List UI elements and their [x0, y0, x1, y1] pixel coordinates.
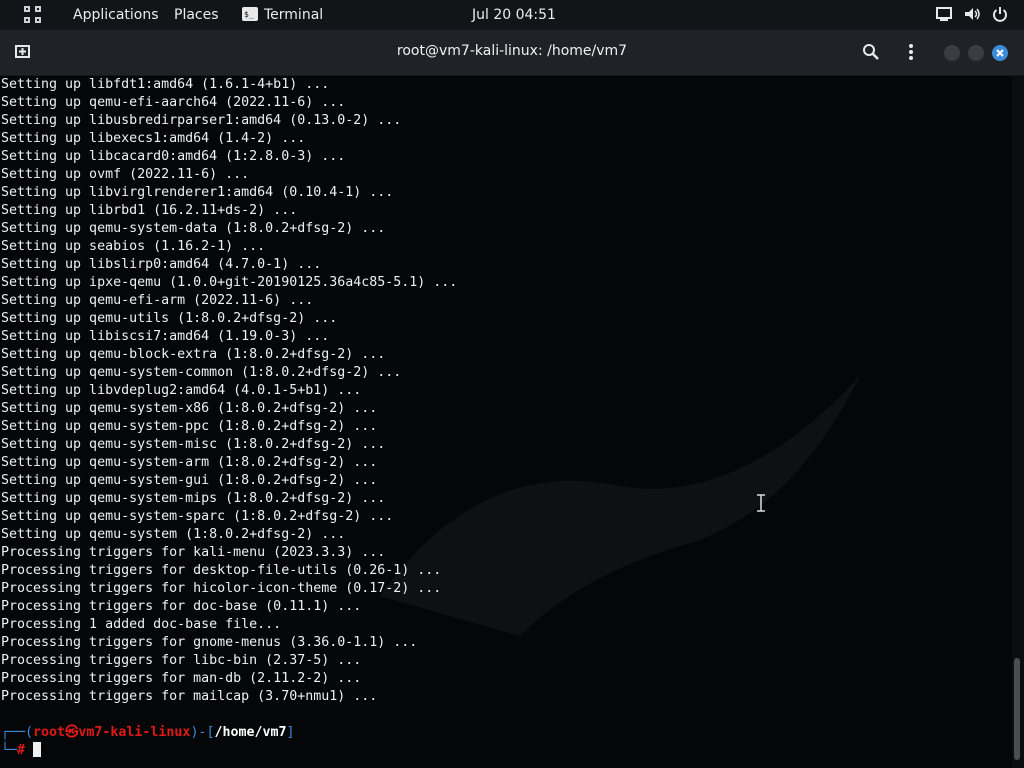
terminal-line: Setting up qemu-system-common (1:8.0.2+d…: [1, 365, 402, 380]
terminal-app-icon[interactable]: $_: [242, 7, 258, 21]
terminal-line: Setting up libiscsi7:amd64 (1.19.0-3) ..…: [1, 329, 330, 344]
terminal-line: Setting up libvdeplug2:amd64 (4.0.1-5+b1…: [1, 383, 362, 398]
terminal-line: Setting up qemu-efi-arm (2022.11-6) ...: [1, 293, 314, 308]
terminal-line: Processing triggers for man-db (2.11.2-2…: [1, 671, 362, 686]
terminal-line: Setting up libslirp0:amd64 (4.7.0-1) ...: [1, 257, 322, 272]
close-button[interactable]: [992, 45, 1008, 61]
terminal-line: Setting up qemu-system-ppc (1:8.0.2+dfsg…: [1, 419, 378, 434]
terminal-window: root@vm7-kali-linux: /home/vm7 Setting u…: [0, 30, 1024, 768]
power-icon[interactable]: [992, 6, 1008, 24]
kebab-menu-icon[interactable]: [902, 43, 922, 63]
terminal-line: Setting up libfdt1:amd64 (1.6.1-4+b1) ..…: [1, 77, 330, 92]
terminal-line: Processing triggers for mailcap (3.70+nm…: [1, 689, 378, 704]
text-cursor: [33, 742, 42, 757]
search-icon[interactable]: [862, 43, 882, 63]
terminal-line: Processing triggers for desktop-file-uti…: [1, 563, 442, 578]
places-menu[interactable]: Places: [174, 7, 219, 23]
maximize-button[interactable]: [968, 45, 984, 61]
prompt-line-1: ┌──(root㉿vm7-kali-linux)-[/home/vm7]: [1, 725, 295, 740]
terminal-line: Setting up qemu-system-x86 (1:8.0.2+dfsg…: [1, 401, 378, 416]
terminal-line: Setting up ovmf (2022.11-6) ...: [1, 167, 250, 182]
terminal-line: Setting up qemu-system-data (1:8.0.2+dfs…: [1, 221, 386, 236]
prompt-symbol: #: [17, 743, 26, 758]
terminal-line: Setting up libusbredirparser1:amd64 (0.1…: [1, 113, 402, 128]
terminal-line: Setting up libvirglrenderer1:amd64 (0.10…: [1, 185, 394, 200]
header-bar: root@vm7-kali-linux: /home/vm7: [0, 30, 1024, 76]
terminal-line: Setting up qemu-system (1:8.0.2+dfsg-2) …: [1, 527, 346, 542]
terminal-line: Setting up libcacard0:amd64 (1:2.8.0-3) …: [1, 149, 346, 164]
screen-icon[interactable]: [936, 6, 952, 24]
scrollbar-thumb[interactable]: [1014, 658, 1020, 760]
terminal-line: Setting up qemu-system-misc (1:8.0.2+dfs…: [1, 437, 386, 452]
terminal-line: Processing triggers for doc-base (0.11.1…: [1, 599, 362, 614]
terminal-log: Setting up libfdt1:amd64 (1.6.1-4+b1) ..…: [1, 76, 457, 706]
minimize-button[interactable]: [944, 45, 960, 61]
terminal-line: Setting up qemu-system-arm (1:8.0.2+dfsg…: [1, 455, 378, 470]
terminal-line: Processing triggers for hicolor-icon-the…: [1, 581, 442, 596]
top-panel: Applications Places $_ Terminal Jul 20 0…: [0, 0, 1024, 30]
terminal-app-menu[interactable]: Terminal: [264, 7, 323, 23]
terminal-line: Processing 1 added doc-base file...: [1, 617, 282, 632]
ibeam-cursor-icon: [757, 494, 765, 512]
prompt-user: root: [33, 725, 66, 740]
terminal-line: Setting up librbd1 (16.2.11+ds-2) ...: [1, 203, 298, 218]
applications-menu[interactable]: Applications: [73, 7, 159, 23]
volume-icon[interactable]: [964, 6, 982, 24]
prompt-line-2[interactable]: └─#: [1, 742, 42, 760]
terminal-line: Processing triggers for kali-menu (2023.…: [1, 545, 386, 560]
terminal-line: Setting up qemu-efi-aarch64 (2022.11-6) …: [1, 95, 346, 110]
terminal-line: Setting up qemu-system-mips (1:8.0.2+dfs…: [1, 491, 386, 506]
terminal-line: Setting up libexecs1:amd64 (1.4-2) ...: [1, 131, 306, 146]
terminal-output[interactable]: Setting up libfdt1:amd64 (1.6.1-4+b1) ..…: [0, 76, 1012, 768]
terminal-line: Setting up qemu-utils (1:8.0.2+dfsg-2) .…: [1, 311, 338, 326]
prompt-host: vm7-kali-linux: [78, 725, 191, 740]
app-grid-icon[interactable]: [24, 6, 42, 24]
terminal-line: Setting up qemu-system-gui (1:8.0.2+dfsg…: [1, 473, 378, 488]
terminal-line: Processing triggers for libc-bin (2.37-5…: [1, 653, 362, 668]
terminal-line: Processing triggers for gnome-menus (3.3…: [1, 635, 418, 650]
terminal-line: Setting up seabios (1.16.2-1) ...: [1, 239, 266, 254]
svg-text:$_: $_: [244, 10, 254, 19]
terminal-line: Setting up ipxe-qemu (1.0.0+git-20190125…: [1, 275, 458, 290]
terminal-line: Setting up qemu-block-extra (1:8.0.2+dfs…: [1, 347, 386, 362]
prompt-path: /home/vm7: [214, 725, 287, 740]
scrollbar[interactable]: [1012, 76, 1024, 768]
prompt-at: ㉿: [65, 725, 79, 740]
terminal-line: Setting up qemu-system-sparc (1:8.0.2+df…: [1, 509, 394, 524]
clock[interactable]: Jul 20 04:51: [472, 7, 556, 23]
